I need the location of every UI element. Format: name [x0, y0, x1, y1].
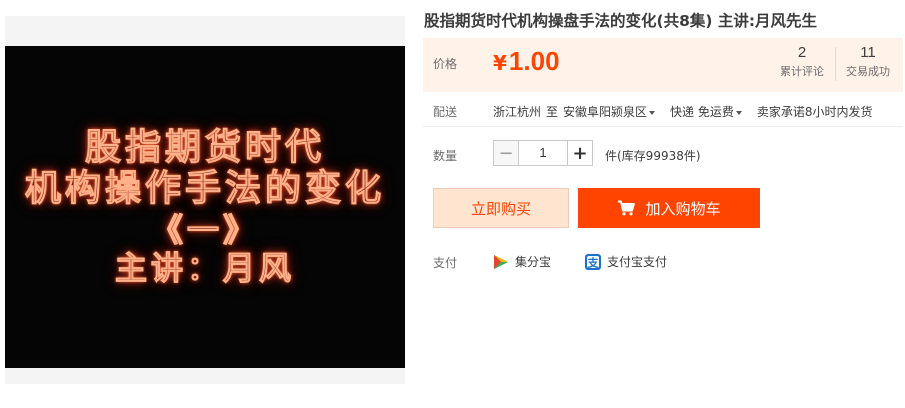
shipping-destination-select[interactable]: 安徽阜阳颍泉区: [563, 105, 665, 119]
sales-count-stat: 11 交易成功: [838, 44, 898, 79]
currency-symbol: ¥: [493, 51, 507, 75]
shipping-promise: 卖家承诺8小时内发货: [756, 105, 873, 119]
add-to-cart-label: 加入购物车: [645, 199, 721, 218]
sales-count: 11: [860, 44, 876, 61]
price-panel: 价格 ¥1.00 2 累计评论 11 交易成功: [423, 38, 903, 92]
alipay-icon: 支: [585, 253, 602, 270]
shipping-method-select[interactable]: 快递 免运费: [670, 105, 752, 119]
quantity-input[interactable]: 1: [519, 140, 567, 166]
chevron-down-icon: [735, 110, 742, 115]
shopping-cart-icon: [618, 200, 636, 216]
payment-method-label: 支付宝支付: [607, 255, 668, 269]
shipping-origin: 浙江杭州: [493, 105, 542, 119]
buy-now-label: 立即购买: [470, 199, 531, 218]
shipping-to: 至: [546, 105, 559, 119]
add-to-cart-button[interactable]: 加入购物车: [578, 188, 760, 228]
decrease-quantity-button[interactable]: −: [493, 140, 519, 166]
shipping-destination: 安徽阜阳颍泉区: [563, 105, 648, 119]
payment-method-jifenbao: 集分宝: [493, 253, 551, 270]
buy-now-button[interactable]: 立即购买: [433, 188, 569, 228]
review-count-stat[interactable]: 2 累计评论: [772, 44, 832, 79]
payment-label: 支付: [433, 256, 458, 270]
quantity-stepper: − 1 +: [493, 140, 593, 166]
product-gallery: 股指期货时代 机构操作手法的变化 《一》 主讲：月风: [5, 16, 405, 384]
svg-text:支: 支: [587, 255, 600, 269]
jifenbao-icon: [494, 254, 508, 269]
product-title: 股指期货时代机构操盘手法的变化(共8集) 主讲:月风先生: [424, 12, 818, 30]
video-episode-line: 《一》: [150, 210, 259, 249]
review-count: 2: [797, 44, 807, 61]
payment-method-alipay: 支 支付宝支付: [585, 253, 667, 270]
video-title-line-1: 股指期货时代: [84, 126, 325, 168]
increase-quantity-button[interactable]: +: [567, 140, 593, 166]
section-divider: [423, 126, 903, 127]
payment-method-label: 集分宝: [515, 255, 552, 269]
stock-info: 件(库存99938件): [605, 149, 701, 163]
review-count-label: 累计评论: [780, 65, 824, 78]
price-value: ¥1.00: [493, 46, 560, 77]
price-label: 价格: [433, 57, 458, 71]
shipping-label: 配送: [433, 105, 458, 119]
shipping-method: 快递 免运费: [670, 105, 734, 119]
quantity-label: 数量: [433, 149, 458, 163]
chevron-down-icon: [649, 110, 656, 115]
shipping-row: 浙江杭州至安徽阜阳颍泉区 快递 免运费 卖家承诺8小时内发货: [493, 103, 878, 120]
video-speaker-line: 主讲：月风: [114, 249, 295, 288]
price-amount: 1.00: [508, 46, 560, 76]
sales-count-label: 交易成功: [846, 65, 890, 78]
product-video-still[interactable]: 股指期货时代 机构操作手法的变化 《一》 主讲：月风: [5, 46, 405, 368]
payment-methods: 集分宝 支 支付宝支付: [493, 253, 701, 270]
stats-divider: [835, 47, 836, 81]
video-title-line-2: 机构操作手法的变化: [24, 168, 385, 210]
